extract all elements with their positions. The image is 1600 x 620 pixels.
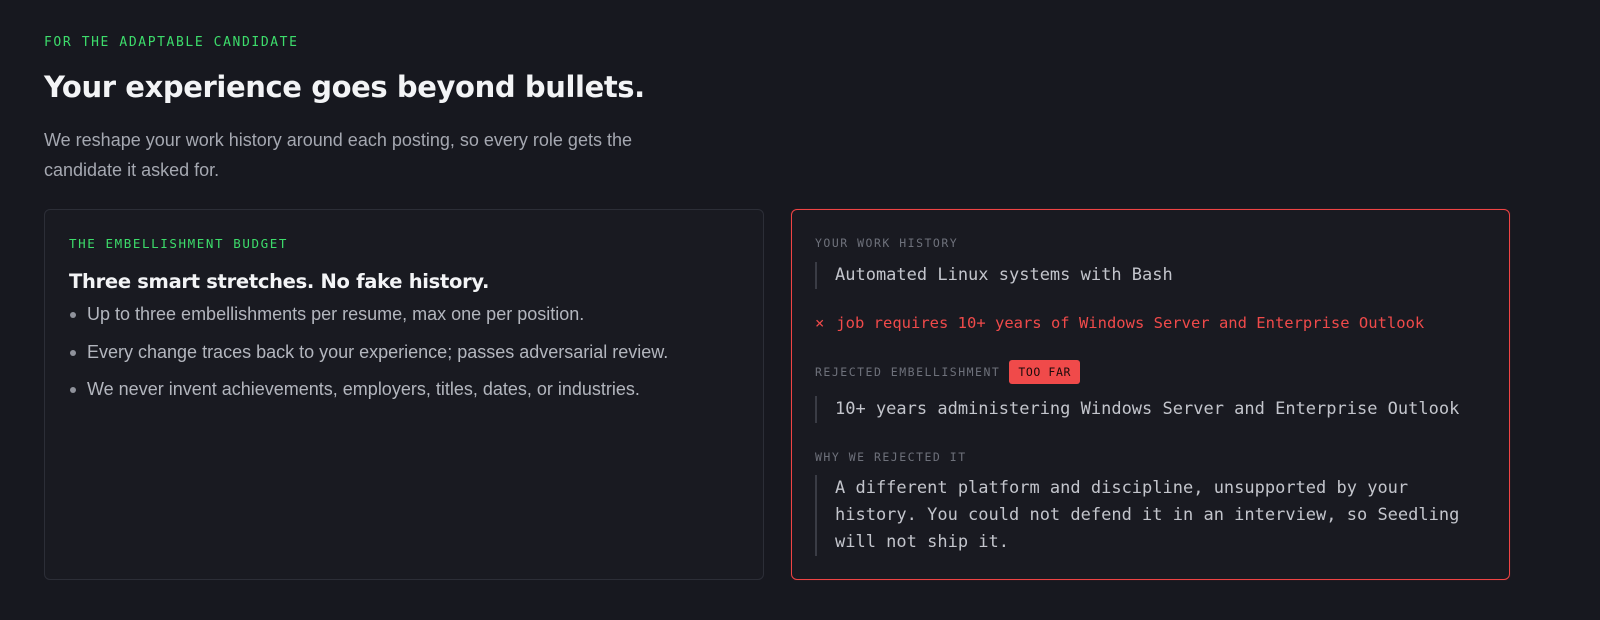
- rejected-embellishment-header: REJECTED EMBELLISHMENT TOO FAR: [815, 360, 1080, 384]
- job-requirement-conflict: × job requires 10+ years of Windows Serve…: [815, 313, 1424, 333]
- budget-eyebrow: THE EMBELLISHMENT BUDGET: [69, 236, 289, 251]
- budget-bullet: We never invent achievements, employers,…: [69, 377, 739, 401]
- bullet-dot-icon: [70, 312, 76, 318]
- why-rejected-label: WHY WE REJECTED IT: [815, 450, 967, 464]
- section-headline: Your experience goes beyond bullets.: [44, 70, 645, 104]
- budget-bullet-list: Up to three embellishments per resume, m…: [69, 302, 739, 401]
- bullet-dot-icon: [70, 349, 76, 356]
- rejected-embellishment-label: REJECTED EMBELLISHMENT: [815, 365, 1001, 379]
- section-lede: We reshape your work history around each…: [44, 130, 632, 180]
- budget-bullet: Every change traces back to your experie…: [69, 340, 739, 364]
- budget-bullet-text: Every change traces back to your experie…: [87, 341, 669, 362]
- budget-bullet-text: We never invent achievements, employers,…: [87, 379, 640, 399]
- work-history-label: YOUR WORK HISTORY: [815, 236, 959, 250]
- too-far-badge: TOO FAR: [1009, 360, 1080, 384]
- budget-title: Three smart stretches. No fake history.: [69, 270, 490, 293]
- rejected-example-card: YOUR WORK HISTORY Automated Linux system…: [791, 209, 1510, 580]
- work-history-quote: Automated Linux systems with Bash: [815, 262, 1495, 289]
- budget-bullet: Up to three embellishments per resume, m…: [69, 302, 739, 326]
- close-x-icon: ×: [815, 314, 825, 332]
- embellishment-budget-card: THE EMBELLISHMENT BUDGET Three smart str…: [44, 209, 764, 580]
- rejected-embellishment-quote: 10+ years administering Windows Server a…: [815, 396, 1495, 423]
- section-eyebrow: FOR THE ADAPTABLE CANDIDATE: [44, 35, 299, 50]
- conflict-text: job requires 10+ years of Windows Server…: [836, 314, 1425, 332]
- why-rejected-quote: A different platform and discipline, uns…: [815, 475, 1475, 556]
- bullet-dot-icon: [70, 387, 76, 393]
- budget-bullet-text: Up to three embellishments per resume, m…: [87, 304, 585, 324]
- embellishment-section: FOR THE ADAPTABLE CANDIDATE Your experie…: [44, 0, 1510, 620]
